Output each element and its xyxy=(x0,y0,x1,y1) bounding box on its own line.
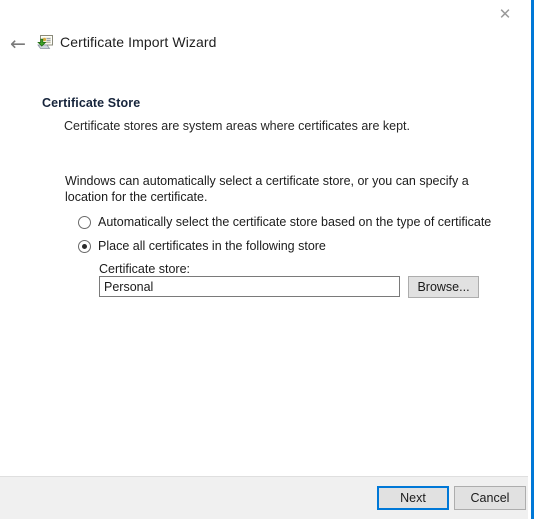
radio-label-auto-select: Automatically select the certificate sto… xyxy=(98,215,491,229)
cancel-button[interactable]: Cancel xyxy=(454,486,526,510)
wizard-content: Certificate Store Certificate stores are… xyxy=(0,70,528,477)
radio-option-place-all[interactable]: Place all certificates in the following … xyxy=(78,239,326,253)
radio-icon-unchecked xyxy=(78,216,91,229)
close-icon: ✕ xyxy=(499,7,512,22)
certificate-import-wizard-window: ✕ ← Certificate Import Wizard Certificat… xyxy=(0,0,534,519)
title-bar: ✕ ← Certificate Import Wizard xyxy=(0,0,531,70)
page-subtitle: Certificate stores are system areas wher… xyxy=(64,119,410,133)
certificate-store-input[interactable] xyxy=(99,276,400,297)
page-title: Certificate Store xyxy=(42,96,140,110)
certificate-import-icon xyxy=(36,34,54,52)
close-button[interactable]: ✕ xyxy=(482,0,528,29)
back-arrow-icon: ← xyxy=(10,35,26,54)
next-button[interactable]: Next xyxy=(377,486,449,510)
radio-option-auto-select[interactable]: Automatically select the certificate sto… xyxy=(78,215,491,229)
browse-button[interactable]: Browse... xyxy=(408,276,479,298)
footer-bar: Next Cancel xyxy=(0,476,528,519)
certificate-store-label: Certificate store: xyxy=(99,262,190,276)
description-text: Windows can automatically select a certi… xyxy=(65,173,480,205)
window-title: Certificate Import Wizard xyxy=(60,34,217,50)
radio-icon-checked xyxy=(78,240,91,253)
back-button[interactable]: ← xyxy=(5,32,31,56)
radio-label-place-all: Place all certificates in the following … xyxy=(98,239,326,253)
